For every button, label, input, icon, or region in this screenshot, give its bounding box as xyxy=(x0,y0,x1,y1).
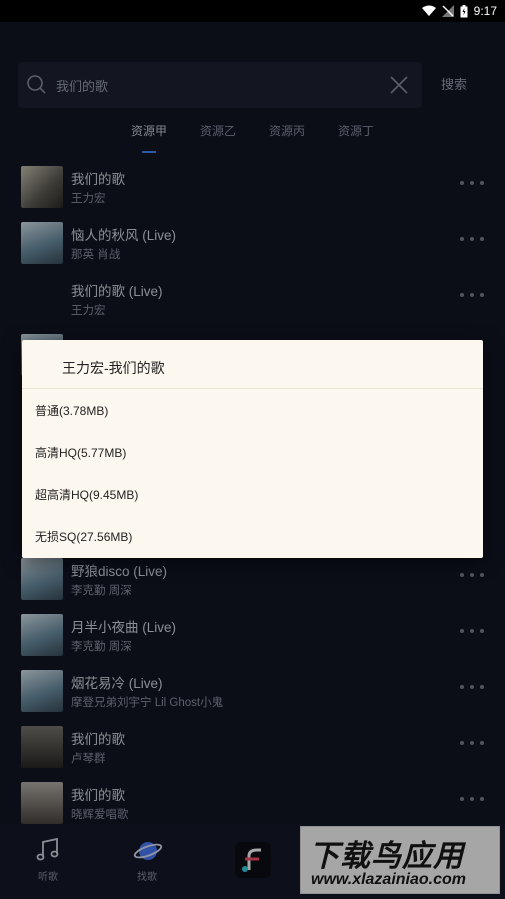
signal-off-icon xyxy=(441,5,454,17)
quality-option-standard[interactable]: 普通(3.78MB) xyxy=(22,390,483,432)
battery-icon xyxy=(460,4,468,17)
dialog-title: 王力宏-我们的歌 xyxy=(62,360,165,376)
quality-option-hq[interactable]: 高清HQ(5.77MB) xyxy=(22,432,483,474)
status-bar: 9:17 xyxy=(0,0,505,22)
wifi-icon xyxy=(421,5,436,16)
status-time: 9:17 xyxy=(473,4,497,18)
quality-option-ultra-hq[interactable]: 超高清HQ(9.45MB) xyxy=(22,474,483,516)
quality-dialog: 王力宏-我们的歌 普通(3.78MB) 高清HQ(5.77MB) 超高清HQ(9… xyxy=(22,340,483,558)
quality-option-lossless[interactable]: 无损SQ(27.56MB) xyxy=(22,516,483,558)
divider xyxy=(22,388,483,389)
